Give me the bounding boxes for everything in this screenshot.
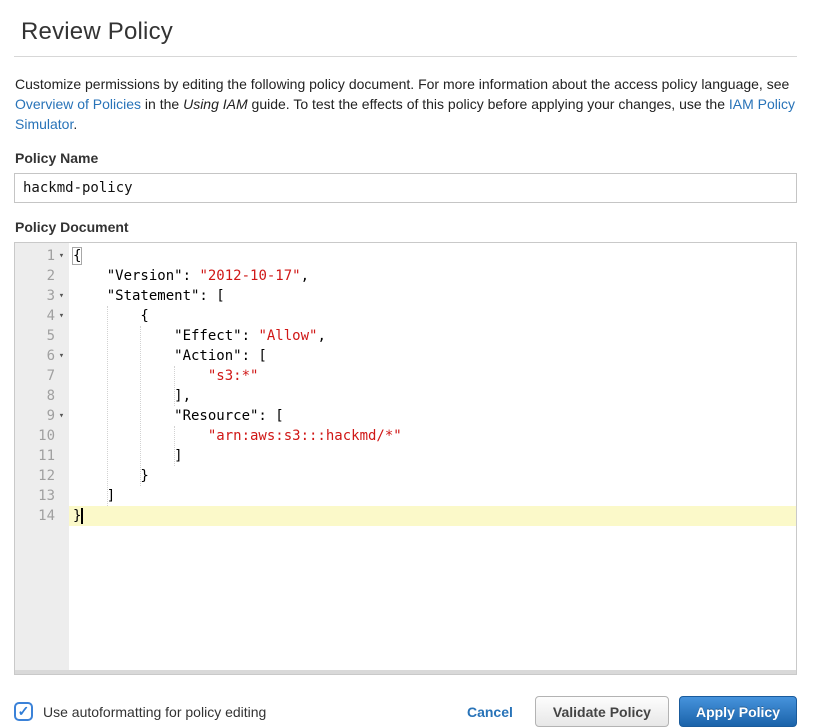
apply-policy-button[interactable]: Apply Policy [679,696,797,727]
gutter-line-number[interactable]: 4▾ [15,306,69,326]
json-token: , [317,328,325,344]
json-token: { [73,248,81,264]
json-token: ], [73,388,191,404]
autoformat-checkbox[interactable]: ✓ [14,702,33,721]
json-token: "Version": [73,268,199,284]
policy-document-editor[interactable]: 1▾23▾4▾56▾789▾1011121314 { "Version": "2… [14,242,797,675]
cancel-link[interactable]: Cancel [467,704,513,720]
code-line-11[interactable]: ] [69,446,796,466]
code-line-12[interactable]: } [69,466,796,486]
policy-document-label: Policy Document [15,219,797,235]
json-token: ] [73,448,183,464]
code-line-14[interactable]: } [69,506,796,526]
gutter-line-number: 2 [15,266,69,286]
code-line-9[interactable]: "Resource": [ [69,406,796,426]
description-part3: guide. To test the effects of this polic… [248,96,729,112]
editor-horizontal-scrollbar[interactable] [15,670,796,674]
code-line-5[interactable]: "Effect": "Allow", [69,326,796,346]
json-string-token: "arn:aws:s3:::hackmd/*" [208,428,402,444]
json-string-token: "2012-10-17" [199,268,300,284]
json-token: "Resource": [ [73,408,284,424]
text-cursor [81,508,83,524]
gutter-line-number[interactable]: 1▾ [15,246,69,266]
using-iam-guide-name: Using IAM [183,96,248,112]
code-line-4[interactable]: { [69,306,796,326]
code-line-3[interactable]: "Statement": [ [69,286,796,306]
description-text: Customize permissions by editing the fol… [15,74,797,134]
json-string-token: "s3:*" [208,368,259,384]
gutter-line-number: 10 [15,426,69,446]
checkmark-icon: ✓ [18,704,30,718]
editor-gutter: 1▾23▾4▾56▾789▾1011121314 [15,243,69,674]
policy-name-label: Policy Name [15,150,797,166]
json-string-token: "Allow" [258,328,317,344]
gutter-line-number[interactable]: 3▾ [15,286,69,306]
description-part2: in the [141,96,183,112]
footer-actions: Cancel Validate Policy Apply Policy [467,696,797,727]
footer-bar: ✓ Use autoformatting for policy editing … [14,696,797,727]
json-token: { [73,308,149,324]
gutter-line-number: 13 [15,486,69,506]
gutter-line-number: 8 [15,386,69,406]
gutter-line-number: 14 [15,506,69,526]
json-token: "Action": [ [73,348,267,364]
code-line-2[interactable]: "Version": "2012-10-17", [69,266,796,286]
json-token [73,428,208,444]
code-line-8[interactable]: ], [69,386,796,406]
json-token: } [73,508,81,524]
gutter-line-number: 11 [15,446,69,466]
fold-arrow-icon[interactable]: ▾ [55,246,68,266]
code-line-10[interactable]: "arn:aws:s3:::hackmd/*" [69,426,796,446]
page-title: Review Policy [21,18,797,46]
fold-arrow-icon[interactable]: ▾ [55,406,68,426]
json-token: "Effect": [73,328,258,344]
fold-arrow-icon[interactable]: ▾ [55,306,68,326]
gutter-line-number: 12 [15,466,69,486]
validate-policy-button[interactable]: Validate Policy [535,696,669,727]
description-part1: Customize permissions by editing the fol… [15,76,789,92]
fold-arrow-icon[interactable]: ▾ [55,286,68,306]
json-token: } [73,468,149,484]
editor-code-area[interactable]: { "Version": "2012-10-17", "Statement": … [69,243,796,670]
json-token [73,368,208,384]
title-divider [14,56,797,57]
autoformat-label: Use autoformatting for policy editing [43,704,266,720]
code-line-6[interactable]: "Action": [ [69,346,796,366]
json-token: , [301,268,309,284]
json-token: ] [73,488,115,504]
policy-name-input[interactable] [14,173,797,203]
gutter-line-number[interactable]: 9▾ [15,406,69,426]
gutter-line-number: 7 [15,366,69,386]
code-line-1[interactable]: { [69,246,796,266]
code-line-7[interactable]: "s3:*" [69,366,796,386]
autoformat-option: ✓ Use autoformatting for policy editing [14,702,266,721]
gutter-line-number[interactable]: 6▾ [15,346,69,366]
gutter-line-number: 5 [15,326,69,346]
overview-of-policies-link[interactable]: Overview of Policies [15,96,141,112]
json-token: "Statement": [ [73,288,225,304]
fold-arrow-icon[interactable]: ▾ [55,346,68,366]
description-part4: . [73,116,77,132]
code-line-13[interactable]: ] [69,486,796,506]
